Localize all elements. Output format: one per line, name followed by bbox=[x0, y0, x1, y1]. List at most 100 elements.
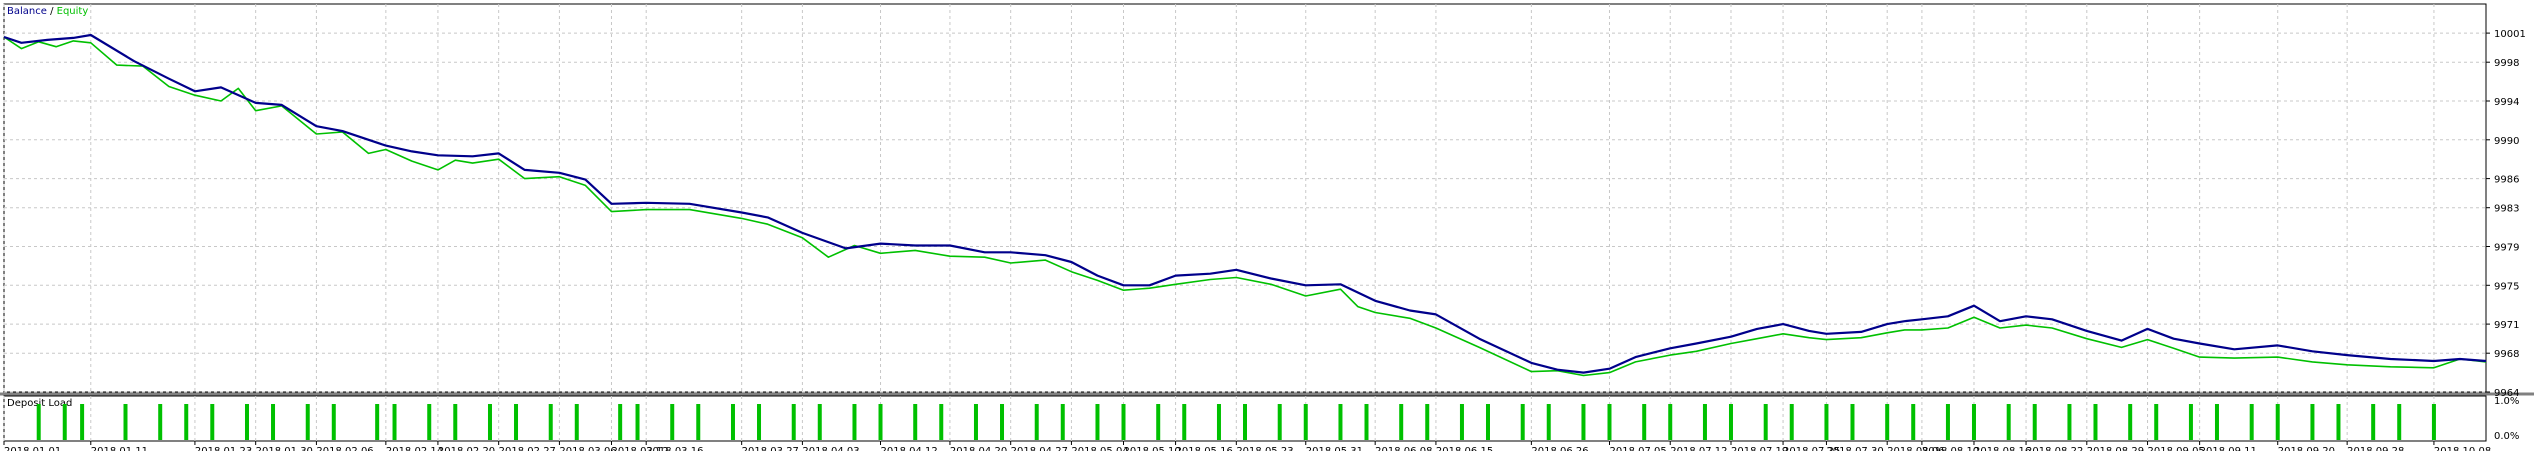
deposit-load-bar bbox=[1607, 404, 1612, 440]
legend-equity: Equity bbox=[57, 6, 89, 17]
x-tick-label: 2018.06.26 bbox=[1531, 446, 1588, 451]
deposit-load-bar bbox=[548, 404, 553, 440]
deposit-load-bar bbox=[939, 404, 944, 440]
deposit-load-bar bbox=[1156, 404, 1161, 440]
deposit-load-bar bbox=[2067, 404, 2072, 440]
x-tick-label: 2018.08.10 bbox=[1922, 446, 1979, 451]
balance-equity-panel: 10001 9998 9994 9990 9986 9983 9979 9975 9971 996… bbox=[0, 3, 2534, 399]
x-tick-label: 2018.05.16 bbox=[1176, 446, 1233, 451]
deposit-load-bar bbox=[1520, 404, 1525, 440]
deposit-load-bar bbox=[1945, 404, 1950, 440]
deposit-load-bar bbox=[514, 404, 519, 440]
main-legend: Balance / Equity bbox=[7, 6, 88, 17]
deposit-load-bar bbox=[973, 404, 978, 440]
deposit-load-bar bbox=[1763, 404, 1768, 440]
x-tick-label: 2018.02.27 bbox=[499, 446, 556, 451]
y-tick-label: 9998 bbox=[2494, 58, 2519, 69]
y-tick-label: 10001 bbox=[2494, 29, 2526, 40]
x-tick-label: 2018.04.27 bbox=[1011, 446, 1068, 451]
deposit-load-bar bbox=[1243, 404, 1247, 440]
deposit-load-bar bbox=[2154, 404, 2159, 440]
deposit-load-bar bbox=[123, 404, 128, 440]
deposit-load-bar bbox=[730, 404, 735, 440]
deposit-load-bar bbox=[817, 404, 822, 440]
deposit-load-bar bbox=[2310, 404, 2315, 440]
x-tick-label: 2018.09.05 bbox=[2148, 446, 2205, 451]
deposit-load-bar bbox=[1789, 404, 1794, 440]
balance-equity-report-chart: 10001 9998 9994 9990 9986 9983 9979 9975 9971 996… bbox=[0, 3, 2534, 451]
deposit-load-bar bbox=[1277, 404, 1282, 440]
deposit-load-bar bbox=[1728, 404, 1733, 440]
x-tick-label: 2018.06.08 bbox=[1375, 446, 1432, 451]
x-tick-label: 2018.04.12 bbox=[881, 446, 938, 451]
legend-separator: / bbox=[47, 6, 57, 17]
deposit-load-bar bbox=[635, 404, 640, 440]
deposit-load-bar bbox=[1425, 404, 1430, 440]
deposit-load-bar bbox=[913, 404, 918, 440]
deposit-load-bar bbox=[36, 404, 41, 440]
deposit-load-bar bbox=[427, 404, 432, 440]
y-tick-label: 9971 bbox=[2494, 320, 2519, 331]
deposit-load-bar bbox=[2336, 404, 2341, 440]
deposit-load-bar bbox=[574, 404, 579, 440]
deposit-load-bar bbox=[62, 404, 67, 440]
x-tick-label: 2018.07.30 bbox=[1826, 446, 1883, 451]
deposit-load-bar bbox=[2214, 404, 2219, 440]
deposit-load-bar bbox=[1060, 404, 1065, 440]
load-y-tick-label: 0.0% bbox=[2494, 431, 2519, 442]
x-tick-label: 2018.07.05 bbox=[1609, 446, 1666, 451]
deposit-load-bar bbox=[1546, 404, 1551, 440]
y-tick-label: 9990 bbox=[2494, 136, 2519, 147]
x-tick-label: 2018.09.28 bbox=[2347, 446, 2404, 451]
deposit-load-bar bbox=[2275, 404, 2280, 440]
date-axis: 2018.01.01 2018.01.11 2018.01.23 2018.01.30… bbox=[3, 441, 2491, 451]
deposit-load-bar bbox=[1850, 404, 1855, 440]
x-tick-label: 2018.03.06 bbox=[559, 446, 616, 451]
deposit-load-bar bbox=[1668, 404, 1673, 440]
y-tick-label: 9968 bbox=[2494, 349, 2519, 360]
x-tick-label: 2018.03.27 bbox=[742, 446, 799, 451]
deposit-load-bar bbox=[670, 404, 675, 440]
deposit-load-bar bbox=[1303, 404, 1308, 440]
x-tick-label: 2018.02.20 bbox=[438, 446, 495, 451]
x-tick-label: 2018.05.04 bbox=[1071, 446, 1128, 451]
deposit-load-bar bbox=[2032, 404, 2037, 440]
deposit-load-bar bbox=[244, 404, 249, 440]
deposit-load-bar bbox=[696, 404, 701, 440]
deposit-load-bar bbox=[878, 404, 883, 440]
x-tick-label: 2018.07.19 bbox=[1731, 446, 1788, 451]
deposit-load-bar bbox=[1702, 404, 1707, 440]
deposit-load-panel: 1.0%0.0%Deposit Load bbox=[3, 395, 2519, 442]
deposit-load-bar bbox=[2397, 404, 2402, 440]
y-tick-label: 9975 bbox=[2494, 281, 2519, 292]
x-tick-label: 2018.05.10 bbox=[1124, 446, 1181, 451]
deposit-load-bar bbox=[2249, 404, 2254, 440]
deposit-load-bar bbox=[2371, 404, 2376, 440]
legend-balance: Balance bbox=[7, 6, 47, 17]
deposit-load-bar bbox=[487, 404, 492, 440]
deposit-load-bar bbox=[271, 404, 276, 440]
deposit-load-bar bbox=[1885, 404, 1890, 440]
deposit-load-bar bbox=[2006, 404, 2011, 440]
deposit-load-bar bbox=[184, 404, 189, 440]
deposit-load-bar bbox=[1581, 404, 1586, 440]
x-tick-label: 2018.05.31 bbox=[1306, 446, 1363, 451]
deposit-load-bar bbox=[2128, 404, 2133, 440]
deposit-load-bar bbox=[375, 404, 380, 440]
x-tick-label: 2018.08.22 bbox=[2026, 446, 2083, 451]
x-tick-label: 2018.01.11 bbox=[91, 446, 148, 451]
y-tick-label: 9986 bbox=[2494, 175, 2519, 186]
deposit-load-bar bbox=[1485, 404, 1490, 440]
deposit-load-bar bbox=[305, 404, 310, 440]
deposit-load-bar bbox=[158, 404, 163, 440]
x-tick-label: 2018.01.23 bbox=[195, 446, 252, 451]
deposit-load-bar bbox=[757, 404, 762, 440]
load-y-tick-label: 1.0% bbox=[2494, 396, 2519, 407]
deposit-load-bar bbox=[1182, 404, 1187, 440]
x-tick-label: 2018.04.03 bbox=[802, 446, 859, 451]
deposit-load-bar bbox=[618, 404, 623, 440]
deposit-load-bar bbox=[1971, 404, 1976, 440]
deposit-load-bar bbox=[1095, 404, 1100, 440]
deposit-load-bar bbox=[1034, 404, 1039, 440]
x-tick-label: 2018.09.20 bbox=[2278, 446, 2335, 451]
